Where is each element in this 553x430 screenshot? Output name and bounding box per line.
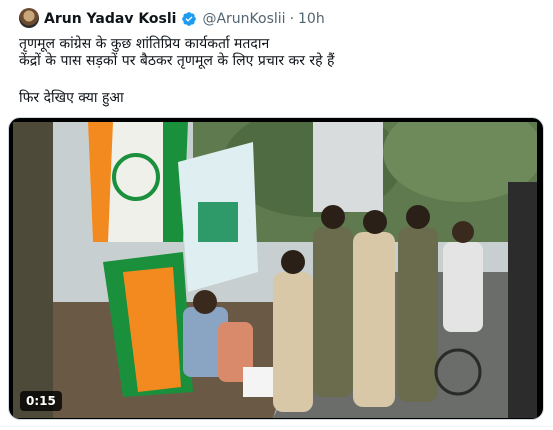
video-duration-badge: 0:15 — [20, 391, 62, 411]
video-frame — [13, 122, 537, 418]
verified-badge-icon — [181, 11, 197, 27]
tweet[interactable]: Arun Yadav Kosli @ArunKoslii · 10h तृणमू… — [0, 0, 553, 430]
author-handle[interactable]: @ArunKoslii — [202, 11, 285, 27]
video-frame-image — [13, 122, 537, 418]
video-player[interactable] — [8, 117, 544, 420]
separator-dot: · — [289, 11, 295, 27]
tweet-timestamp[interactable]: 10h — [298, 11, 325, 27]
tweet-text-line-3: फिर देखिए क्या हुआ — [19, 90, 124, 106]
tweet-text-line-2: केंद्रों के पास सड़कों पर बैठकर तृणमूल क… — [19, 53, 335, 69]
divider — [0, 426, 553, 427]
tweet-text-line-1: तृणमूल कांग्रेस के कुछ शांतिप्रिय कार्यक… — [19, 36, 270, 52]
author-avatar[interactable] — [19, 8, 39, 28]
tweet-header: Arun Yadav Kosli @ArunKoslii · 10h — [44, 9, 325, 29]
author-display-name[interactable]: Arun Yadav Kosli — [44, 11, 176, 27]
